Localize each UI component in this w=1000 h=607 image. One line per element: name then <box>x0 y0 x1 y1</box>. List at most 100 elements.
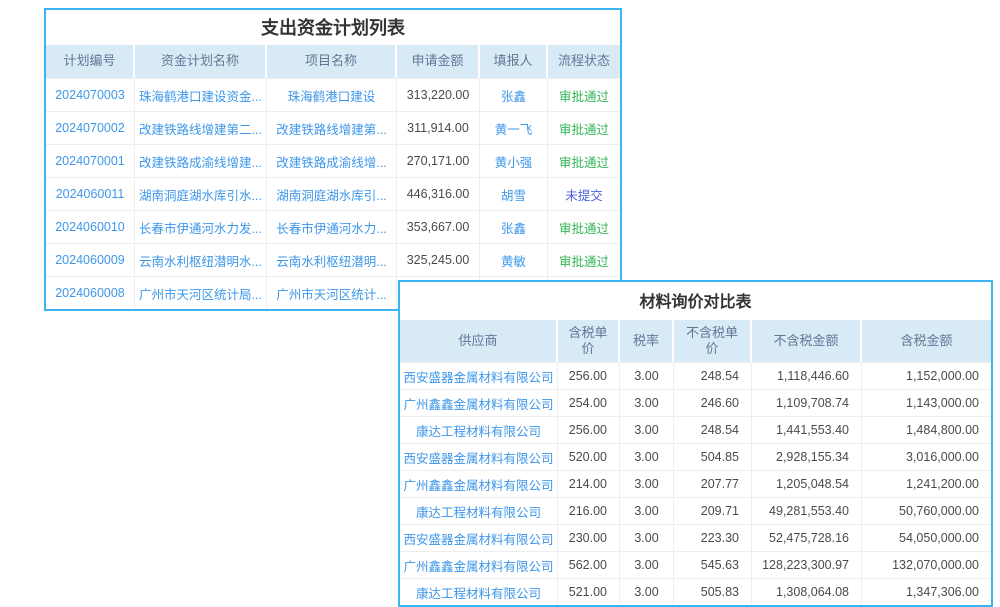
amount-without-tax-cell: 1,109,708.74 <box>752 390 862 416</box>
project-name-cell[interactable]: 云南水利枢纽潜明... <box>267 244 397 276</box>
plan-no-cell[interactable]: 2024060010 <box>46 211 135 243</box>
column-header: 流程状态 <box>548 45 620 78</box>
amount-without-tax-cell: 1,118,446.60 <box>752 363 862 389</box>
table-row[interactable]: 康达工程材料有限公司521.003.00505.831,308,064.081,… <box>400 578 991 605</box>
supplier-cell[interactable]: 广州鑫鑫金属材料有限公司 <box>400 390 558 416</box>
amount-with-tax-cell: 1,152,000.00 <box>862 363 991 389</box>
project-name-cell[interactable]: 改建铁路成渝线增... <box>267 145 397 177</box>
amount-without-tax-cell: 1,308,064.08 <box>752 579 862 605</box>
amount-without-tax-cell: 49,281,553.40 <box>752 498 862 524</box>
supplier-cell[interactable]: 西安盛器金属材料有限公司 <box>400 444 558 470</box>
plan-name-cell[interactable]: 广州市天河区统计局... <box>135 277 267 309</box>
price-without-tax-cell: 207.77 <box>674 471 752 497</box>
plan-name-cell[interactable]: 珠海鹤港口建设资金... <box>135 79 267 111</box>
reporter-cell[interactable]: 黄敏 <box>480 244 548 276</box>
plan-name-cell[interactable]: 云南水利枢纽潜明水... <box>135 244 267 276</box>
table-row[interactable]: 西安盛器金属材料有限公司230.003.00223.3052,475,728.1… <box>400 524 991 551</box>
column-header: 税率 <box>620 320 674 362</box>
amount-cell: 353,667.00 <box>397 211 480 243</box>
table-row[interactable]: 2024060011湖南洞庭湖水库引水...湖南洞庭湖水库引...446,316… <box>46 177 620 210</box>
plan-name-cell[interactable]: 改建铁路线增建第二... <box>135 112 267 144</box>
plan-no-cell[interactable]: 2024060011 <box>46 178 135 210</box>
supplier-cell[interactable]: 康达工程材料有限公司 <box>400 498 558 524</box>
plan-no-cell[interactable]: 2024060008 <box>46 277 135 309</box>
tax-rate-cell: 3.00 <box>620 471 674 497</box>
tax-rate-cell: 3.00 <box>620 390 674 416</box>
amount-with-tax-cell: 3,016,000.00 <box>862 444 991 470</box>
column-header: 不含税金额 <box>752 320 862 362</box>
plan-name-cell[interactable]: 长春市伊通河水力发... <box>135 211 267 243</box>
column-header: 填报人 <box>480 45 548 78</box>
project-name-cell[interactable]: 改建铁路线增建第... <box>267 112 397 144</box>
table-row[interactable]: 2024060010长春市伊通河水力发...长春市伊通河水力...353,667… <box>46 210 620 243</box>
price-with-tax-cell: 216.00 <box>558 498 620 524</box>
price-with-tax-cell: 521.00 <box>558 579 620 605</box>
project-name-cell[interactable]: 湖南洞庭湖水库引... <box>267 178 397 210</box>
amount-with-tax-cell: 1,484,800.00 <box>862 417 991 443</box>
plan-no-cell[interactable]: 2024070002 <box>46 112 135 144</box>
tax-rate-cell: 3.00 <box>620 417 674 443</box>
plan-no-cell[interactable]: 2024070003 <box>46 79 135 111</box>
price-with-tax-cell: 520.00 <box>558 444 620 470</box>
material-inquiry-body: 西安盛器金属材料有限公司256.003.00248.541,118,446.60… <box>400 362 991 605</box>
table-row[interactable]: 广州鑫鑫金属材料有限公司254.003.00246.601,109,708.74… <box>400 389 991 416</box>
table-row[interactable]: 2024070003珠海鹤港口建设资金...珠海鹤港口建设313,220.00张… <box>46 78 620 111</box>
supplier-cell[interactable]: 广州鑫鑫金属材料有限公司 <box>400 471 558 497</box>
tax-rate-cell: 3.00 <box>620 363 674 389</box>
plan-no-cell[interactable]: 2024060009 <box>46 244 135 276</box>
table-row[interactable]: 广州鑫鑫金属材料有限公司214.003.00207.771,205,048.54… <box>400 470 991 497</box>
plan-no-cell[interactable]: 2024070001 <box>46 145 135 177</box>
price-without-tax-cell: 248.54 <box>674 417 752 443</box>
reporter-cell[interactable]: 黄小强 <box>480 145 548 177</box>
material-inquiry-title: 材料询价对比表 <box>400 282 991 318</box>
expense-plan-title: 支出资金计划列表 <box>46 10 620 43</box>
expense-plan-panel: 支出资金计划列表 计划编号资金计划名称项目名称申请金额填报人流程状态 20240… <box>44 8 622 311</box>
price-with-tax-cell: 562.00 <box>558 552 620 578</box>
table-row[interactable]: 2024060009云南水利枢纽潜明水...云南水利枢纽潜明...325,245… <box>46 243 620 276</box>
plan-name-cell[interactable]: 改建铁路成渝线增建... <box>135 145 267 177</box>
table-row[interactable]: 康达工程材料有限公司256.003.00248.541,441,553.401,… <box>400 416 991 443</box>
amount-cell: 325,245.00 <box>397 244 480 276</box>
supplier-cell[interactable]: 康达工程材料有限公司 <box>400 579 558 605</box>
table-row[interactable]: 广州鑫鑫金属材料有限公司562.003.00545.63128,223,300.… <box>400 551 991 578</box>
supplier-cell[interactable]: 西安盛器金属材料有限公司 <box>400 363 558 389</box>
amount-cell: 446,316.00 <box>397 178 480 210</box>
amount-with-tax-cell: 1,241,200.00 <box>862 471 991 497</box>
supplier-cell[interactable]: 西安盛器金属材料有限公司 <box>400 525 558 551</box>
status-cell: 审批通过 <box>548 244 620 276</box>
reporter-cell[interactable]: 张鑫 <box>480 79 548 111</box>
table-row[interactable]: 2024070001改建铁路成渝线增建...改建铁路成渝线增...270,171… <box>46 144 620 177</box>
price-without-tax-cell: 223.30 <box>674 525 752 551</box>
amount-with-tax-cell: 50,760,000.00 <box>862 498 991 524</box>
status-cell: 审批通过 <box>548 79 620 111</box>
tax-rate-cell: 3.00 <box>620 525 674 551</box>
reporter-cell[interactable]: 胡雪 <box>480 178 548 210</box>
price-with-tax-cell: 230.00 <box>558 525 620 551</box>
project-name-cell[interactable]: 广州市天河区统计... <box>267 277 397 309</box>
amount-without-tax-cell: 1,205,048.54 <box>752 471 862 497</box>
column-header: 资金计划名称 <box>135 45 267 78</box>
status-cell: 审批通过 <box>548 211 620 243</box>
table-row[interactable]: 西安盛器金属材料有限公司256.003.00248.541,118,446.60… <box>400 362 991 389</box>
reporter-cell[interactable]: 黄一飞 <box>480 112 548 144</box>
column-header: 申请金额 <box>397 45 480 78</box>
price-without-tax-cell: 504.85 <box>674 444 752 470</box>
price-without-tax-cell: 505.83 <box>674 579 752 605</box>
table-row[interactable]: 康达工程材料有限公司216.003.00209.7149,281,553.405… <box>400 497 991 524</box>
supplier-cell[interactable]: 广州鑫鑫金属材料有限公司 <box>400 552 558 578</box>
amount-with-tax-cell: 54,050,000.00 <box>862 525 991 551</box>
table-row[interactable]: 西安盛器金属材料有限公司520.003.00504.852,928,155.34… <box>400 443 991 470</box>
price-with-tax-cell: 256.00 <box>558 363 620 389</box>
table-row[interactable]: 2024070002改建铁路线增建第二...改建铁路线增建第...311,914… <box>46 111 620 144</box>
amount-cell: 270,171.00 <box>397 145 480 177</box>
project-name-cell[interactable]: 珠海鹤港口建设 <box>267 79 397 111</box>
project-name-cell[interactable]: 长春市伊通河水力... <box>267 211 397 243</box>
material-inquiry-panel: 材料询价对比表 供应商含税单价税率不含税单价不含税金额含税金额 西安盛器金属材料… <box>398 280 993 607</box>
reporter-cell[interactable]: 张鑫 <box>480 211 548 243</box>
column-header: 不含税单价 <box>674 320 752 362</box>
plan-name-cell[interactable]: 湖南洞庭湖水库引水... <box>135 178 267 210</box>
amount-without-tax-cell: 1,441,553.40 <box>752 417 862 443</box>
expense-plan-body: 2024070003珠海鹤港口建设资金...珠海鹤港口建设313,220.00张… <box>46 78 620 309</box>
supplier-cell[interactable]: 康达工程材料有限公司 <box>400 417 558 443</box>
price-without-tax-cell: 209.71 <box>674 498 752 524</box>
